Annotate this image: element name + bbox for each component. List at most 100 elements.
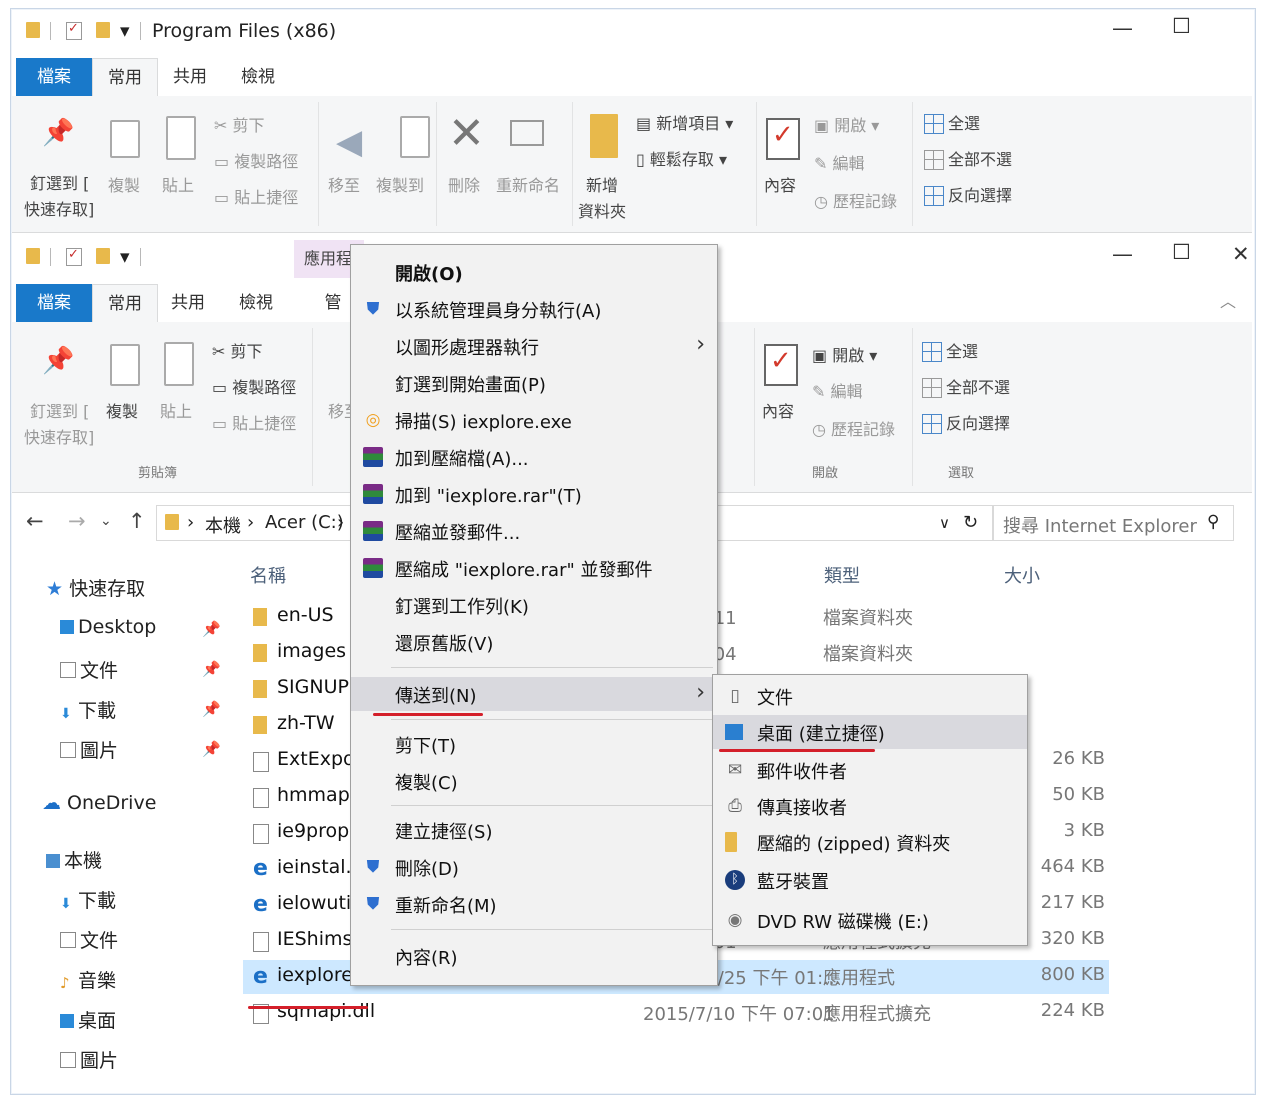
tab-file[interactable]: 檔案	[16, 58, 92, 96]
nav-onedrive[interactable]: ☁ OneDrive	[42, 792, 156, 814]
paste-button[interactable]: 貼上	[162, 172, 194, 196]
paste-button[interactable]: 貼上	[160, 398, 192, 422]
tab-share[interactable]: 共用	[162, 58, 218, 96]
collapse-ribbon-icon[interactable]: ︿	[1220, 288, 1236, 312]
sendto-desktop-shortcut[interactable]: 桌面 (建立捷徑)	[713, 715, 1027, 749]
copy-to-button[interactable]: 複製到	[376, 172, 424, 196]
paste-shortcut-button[interactable]: ▭ 貼上捷徑	[212, 410, 296, 434]
select-none-button[interactable]: 全部不選	[948, 146, 1012, 170]
nav-pc-pictures[interactable]: 圖片	[60, 1046, 118, 1073]
breadcrumb-this-pc[interactable]: 本機	[205, 512, 241, 538]
rename-button[interactable]: 重新命名	[496, 172, 560, 196]
copy-button[interactable]: 複製	[108, 172, 140, 196]
nav-pc-music[interactable]: ♪ 音樂	[60, 966, 116, 993]
menu-item-send-to[interactable]: 傳送到(N) ›	[351, 677, 717, 711]
minimize-button[interactable]: —	[1112, 242, 1133, 266]
sendto-fax-recipient[interactable]: ⎙ 傳真接收者	[713, 789, 1027, 823]
menu-item-compress-email[interactable]: 壓縮並發郵件...	[351, 514, 717, 548]
menu-item-rename[interactable]: ⛊ 重新命名(M)	[351, 887, 717, 921]
column-header-size[interactable]: 大小	[1004, 562, 1040, 588]
menu-item-pin-to-start[interactable]: 釘選到開始畫面(P)	[351, 366, 717, 400]
nav-desktop[interactable]: Desktop	[60, 616, 156, 638]
sendto-bluetooth[interactable]: ᛒ 藍牙裝置	[713, 863, 1027, 897]
address-dropdown-icon[interactable]: ∨	[939, 514, 950, 532]
invert-selection-button[interactable]: 反向選擇	[946, 410, 1010, 434]
nav-downloads[interactable]: ⬇ 下載	[60, 696, 116, 723]
edit-button[interactable]: ✎ 編輯	[814, 150, 865, 174]
up-button[interactable]: ↑	[128, 509, 146, 533]
nav-pc-desktop[interactable]: 桌面	[60, 1006, 116, 1033]
cut-button[interactable]: ✂ 剪下	[214, 112, 265, 136]
select-all-button[interactable]: 全選	[948, 110, 980, 134]
copy-button[interactable]: 複製	[106, 398, 138, 422]
column-header-name[interactable]: 名稱	[250, 562, 286, 588]
menu-item-properties[interactable]: 內容(R)	[351, 939, 717, 973]
tab-manage[interactable]: 管	[318, 284, 348, 322]
menu-item-pin-to-taskbar[interactable]: 釘選到工作列(K)	[351, 588, 717, 622]
back-button[interactable]: ←	[26, 509, 44, 533]
sendto-dvd-drive[interactable]: ◉ DVD RW 磁碟機 (E:)	[713, 903, 1027, 937]
menu-item-add-to-archive[interactable]: 加到壓縮檔(A)...	[351, 440, 717, 474]
menu-item-copy[interactable]: 複製(C)	[351, 764, 717, 798]
menu-item-run-with-gpu[interactable]: 以圖形處理器執行 ›	[351, 329, 717, 363]
properties-icon[interactable]	[66, 247, 82, 266]
menu-item-cut[interactable]: 剪下(T)	[351, 727, 717, 761]
menu-item-add-to-rar[interactable]: 加到 "iexplore.rar"(T)	[351, 477, 717, 511]
tab-home[interactable]: 常用	[92, 58, 158, 97]
nav-pc-documents[interactable]: 文件	[60, 926, 118, 953]
select-all-button[interactable]: 全選	[946, 338, 978, 362]
new-folder-icon[interactable]	[96, 22, 110, 38]
copy-path-button[interactable]: ▭ 複製路徑	[214, 148, 298, 172]
refresh-icon[interactable]: ↻	[963, 512, 978, 533]
nav-this-pc[interactable]: 本機	[46, 846, 102, 873]
delete-button[interactable]: 刪除	[448, 172, 480, 196]
easy-access-button[interactable]: ▯ 輕鬆存取 ▾	[636, 146, 727, 170]
properties-button[interactable]: 內容	[762, 398, 794, 422]
pin-quick-access-button[interactable]: 釘選到 [	[30, 398, 89, 422]
select-none-button[interactable]: 全部不選	[946, 374, 1010, 398]
minimize-button[interactable]: —	[1112, 16, 1133, 40]
sendto-zipped-folder[interactable]: 壓縮的 (zipped) 資料夾	[713, 825, 1027, 859]
tab-file[interactable]: 檔案	[16, 284, 92, 322]
menu-item-open[interactable]: 開啟(O)	[351, 255, 717, 289]
menu-item-delete[interactable]: ⛊ 刪除(D)	[351, 850, 717, 884]
column-header-type[interactable]: 類型	[824, 562, 860, 588]
menu-item-restore-previous[interactable]: 還原舊版(V)	[351, 625, 717, 659]
menu-item-run-as-admin[interactable]: ⛊ 以系統管理員身分執行(A)	[351, 292, 717, 326]
tab-share[interactable]: 共用	[160, 284, 216, 322]
tab-view[interactable]: 檢視	[228, 284, 284, 322]
nav-documents[interactable]: 文件	[60, 656, 118, 683]
recent-locations-button[interactable]: ⌄	[100, 513, 112, 529]
tab-home[interactable]: 常用	[92, 284, 158, 323]
search-icon[interactable]: ⚲	[1207, 512, 1219, 532]
invert-selection-button[interactable]: 反向選擇	[948, 182, 1012, 206]
nav-quick-access[interactable]: ★ 快速存取	[46, 574, 145, 601]
search-input[interactable]: 搜尋 Internet Explorer	[1003, 512, 1197, 538]
properties-icon[interactable]	[66, 21, 82, 40]
maximize-button[interactable]: ☐	[1172, 240, 1191, 264]
edit-button[interactable]: ✎ 編輯	[812, 378, 863, 402]
new-item-button[interactable]: ▤ 新增項目 ▾	[636, 110, 733, 134]
open-button[interactable]: ▣ 開啟 ▾	[814, 112, 879, 136]
close-button[interactable]: ✕	[1232, 242, 1250, 266]
new-folder-button[interactable]: 新增	[586, 172, 618, 196]
new-folder-icon[interactable]	[96, 248, 110, 264]
cut-button[interactable]: ✂ 剪下	[212, 338, 263, 362]
tab-view[interactable]: 檢視	[230, 58, 286, 96]
menu-item-compress-rar-email[interactable]: 壓縮成 "iexplore.rar" 並發郵件	[351, 551, 717, 585]
file-row[interactable]: sqmapi.dll 2015/7/10 下午 07:01 應用程式擴充 224 KB	[243, 996, 1109, 1030]
move-to-button[interactable]: 移至	[328, 172, 360, 196]
menu-item-create-shortcut[interactable]: 建立捷徑(S)	[351, 813, 717, 847]
copy-path-button[interactable]: ▭ 複製路徑	[212, 374, 296, 398]
history-button[interactable]: ◷ 歷程記錄	[812, 416, 895, 440]
sendto-documents[interactable]: ▯ 文件	[713, 679, 1027, 713]
customize-quick-access-icon[interactable]: ▾	[120, 20, 130, 42]
paste-shortcut-button[interactable]: ▭ 貼上捷徑	[214, 184, 298, 208]
sendto-mail-recipient[interactable]: ✉ 郵件收件者	[713, 753, 1027, 787]
nav-pictures[interactable]: 圖片	[60, 736, 118, 763]
pin-quick-access-button[interactable]: 釘選到 [	[30, 170, 89, 194]
maximize-button[interactable]: ☐	[1172, 14, 1191, 38]
breadcrumb-drive-c[interactable]: Acer (C:)	[265, 512, 344, 533]
history-button[interactable]: ◷ 歷程記錄	[814, 188, 897, 212]
search-box[interactable]: 搜尋 Internet Explorer ⚲	[992, 505, 1234, 541]
